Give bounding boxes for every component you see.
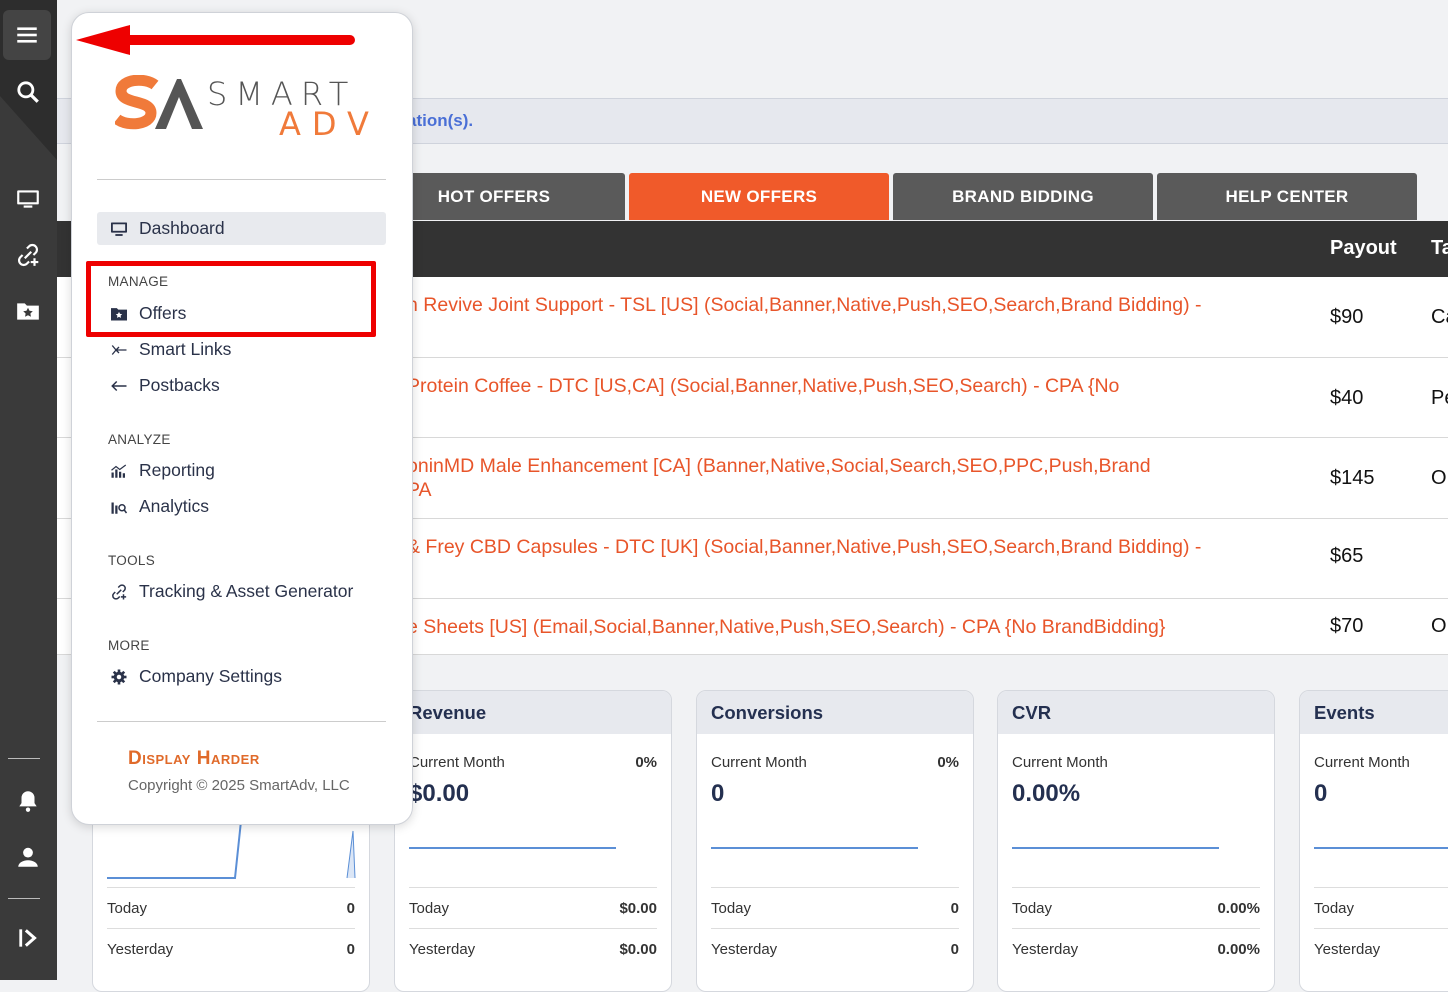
card-sparkline bbox=[1314, 847, 1448, 849]
card-period: Current Month bbox=[1012, 754, 1108, 771]
link-plus-icon bbox=[109, 582, 129, 602]
offer-payout: $65 bbox=[1330, 545, 1364, 567]
card-today-row: Today 0 bbox=[107, 887, 355, 928]
user-icon[interactable] bbox=[8, 840, 48, 874]
menu-item-label: Tracking & Asset Generator bbox=[139, 581, 354, 601]
offer-payout: $40 bbox=[1330, 387, 1364, 409]
menu-item-label: Analytics bbox=[139, 496, 210, 516]
nav-flyout-menu: SMART ADV Dashboard MANAGE Offers Smart … bbox=[71, 12, 413, 825]
menu-item-label: Reporting bbox=[139, 460, 215, 480]
menu-item-analytics[interactable]: Analytics bbox=[97, 490, 386, 523]
gear-icon bbox=[109, 667, 129, 687]
stat-card-revenue: Revenue Current Month 0% $0.00 Today $0.0… bbox=[394, 690, 672, 992]
card-sparkline bbox=[1012, 847, 1219, 849]
offer-extra: O bbox=[1431, 615, 1447, 637]
card-today-row: Today 0 bbox=[711, 887, 959, 928]
column-header-next[interactable]: Ta bbox=[1431, 237, 1448, 260]
card-value: 0.00% bbox=[1012, 780, 1081, 807]
brand-tagline: Display Harder bbox=[128, 748, 260, 769]
offer-name-link[interactable]: & Frey CBD Capsules - DTC [UK] (Social,B… bbox=[407, 535, 1287, 559]
card-period: Current Month bbox=[409, 754, 505, 771]
stat-card-conversions: Conversions Current Month 0% 0 Today 0 Ye… bbox=[696, 690, 974, 992]
search-icon[interactable] bbox=[8, 75, 48, 109]
icon-rail bbox=[0, 0, 57, 980]
card-today-row: Today 0.00% bbox=[1012, 887, 1260, 928]
card-title: Events bbox=[1300, 691, 1448, 734]
menu-item-company-settings[interactable]: Company Settings bbox=[97, 660, 386, 693]
notice-link[interactable]: ation(s). bbox=[407, 111, 473, 131]
bell-icon[interactable] bbox=[8, 784, 48, 818]
red-arrow-annotation bbox=[76, 25, 355, 55]
menu-icon[interactable] bbox=[3, 10, 51, 60]
menu-divider bbox=[97, 179, 386, 180]
menu-item-label: Smart Links bbox=[139, 339, 232, 359]
smartadv-logo: SMART ADV bbox=[115, 75, 375, 145]
card-sparkline bbox=[711, 847, 918, 849]
menu-divider bbox=[97, 721, 386, 722]
offer-name-link[interactable]: oninMD Male Enhancement [CA] (Banner,Nat… bbox=[407, 454, 1287, 502]
menu-item-tracking-asset-generator[interactable]: Tracking & Asset Generator bbox=[97, 575, 386, 608]
offer-name-link[interactable]: e Sheets [US] (Email,Social,Banner,Nativ… bbox=[407, 615, 1287, 639]
offer-name-link[interactable]: n Revive Joint Support - TSL [US] (Socia… bbox=[407, 293, 1287, 317]
chart-bars-icon bbox=[109, 461, 129, 481]
card-value: $0.00 bbox=[409, 780, 470, 807]
rail-divider bbox=[8, 758, 40, 759]
stat-card-events: Events Current Month 0 Today Yesterday bbox=[1299, 690, 1448, 992]
monitor-icon[interactable] bbox=[8, 182, 48, 216]
folder-star-icon[interactable] bbox=[8, 294, 48, 328]
chart-search-icon bbox=[109, 497, 129, 517]
menu-item-smart-links[interactable]: Smart Links bbox=[97, 333, 386, 366]
card-sparkline bbox=[409, 847, 616, 849]
card-yesterday-row: Yesterday 0 bbox=[711, 928, 959, 969]
card-title: Conversions bbox=[697, 691, 973, 734]
card-today-row: Today bbox=[1314, 887, 1448, 928]
column-header-payout[interactable]: Payout bbox=[1330, 237, 1397, 260]
offer-payout: $145 bbox=[1330, 467, 1375, 489]
card-change: 0% bbox=[937, 754, 959, 771]
offer-extra: O bbox=[1431, 467, 1447, 489]
card-value: 0 bbox=[711, 780, 725, 807]
card-period: Current Month bbox=[1314, 754, 1410, 771]
card-sparkline bbox=[107, 821, 356, 879]
tab-new-offers[interactable]: NEW OFFERS bbox=[629, 173, 889, 220]
rail-divider bbox=[8, 898, 40, 899]
offer-payout: $70 bbox=[1330, 615, 1364, 637]
menu-item-label: Dashboard bbox=[139, 218, 225, 238]
card-period: Current Month bbox=[711, 754, 807, 771]
menu-item-label: Company Settings bbox=[139, 666, 282, 686]
offer-extra: Ca bbox=[1431, 306, 1448, 328]
highlight-box-annotation bbox=[86, 261, 376, 337]
logo-mark bbox=[115, 75, 203, 130]
card-yesterday-row: Yesterday $0.00 bbox=[409, 928, 657, 969]
card-today-row: Today $0.00 bbox=[409, 887, 657, 928]
card-title: Revenue bbox=[395, 691, 671, 734]
offer-name-link[interactable]: Protein Coffee - DTC [US,CA] (Social,Ban… bbox=[407, 374, 1287, 398]
offer-payout: $90 bbox=[1330, 306, 1364, 328]
copyright-text: Copyright © 2025 SmartAdv, LLC bbox=[128, 777, 350, 794]
menu-item-postbacks[interactable]: Postbacks bbox=[97, 369, 386, 402]
arrow-left-icon bbox=[109, 376, 129, 396]
section-label-more: MORE bbox=[108, 638, 150, 653]
card-title: CVR bbox=[998, 691, 1274, 734]
card-change: 0% bbox=[635, 754, 657, 771]
card-yesterday-row: Yesterday 0 bbox=[107, 928, 355, 969]
menu-item-dashboard[interactable]: Dashboard bbox=[97, 212, 386, 245]
tab-help-center[interactable]: HELP CENTER bbox=[1157, 173, 1417, 220]
link-plus-icon[interactable] bbox=[8, 238, 48, 272]
monitor-icon bbox=[109, 219, 129, 239]
tab-brand-bidding[interactable]: BRAND BIDDING bbox=[893, 173, 1153, 220]
menu-item-label: Postbacks bbox=[139, 375, 220, 395]
offer-extra: Pe bbox=[1431, 387, 1448, 409]
split-arrow-icon bbox=[109, 340, 129, 360]
section-label-analyze: ANALYZE bbox=[108, 432, 171, 447]
collapse-icon[interactable] bbox=[8, 921, 48, 955]
menu-item-reporting[interactable]: Reporting bbox=[97, 454, 386, 487]
card-yesterday-row: Yesterday 0.00% bbox=[1012, 928, 1260, 969]
logo-text-adv: ADV bbox=[279, 105, 380, 143]
card-yesterday-row: Yesterday bbox=[1314, 928, 1448, 969]
stat-card-cvr: CVR Current Month 0.00% Today 0.00% Yeste… bbox=[997, 690, 1275, 992]
section-label-tools: TOOLS bbox=[108, 553, 156, 568]
card-value: 0 bbox=[1314, 780, 1328, 807]
